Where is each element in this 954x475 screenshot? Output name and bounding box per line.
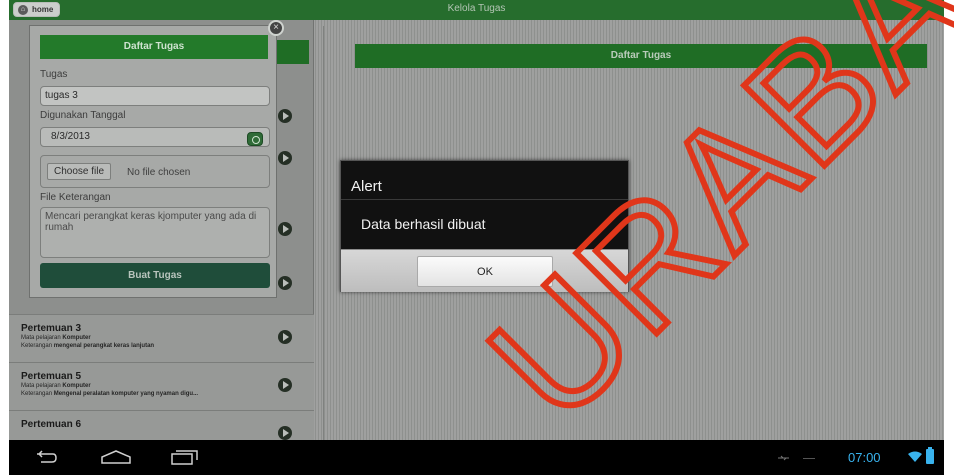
buat-tugas-button[interactable]: Buat Tugas <box>40 263 270 288</box>
ok-button[interactable]: OK <box>417 256 553 287</box>
battery-icon <box>926 447 934 464</box>
status-separator <box>803 458 815 459</box>
date-label: Digunakan Tanggal <box>40 110 126 121</box>
calendar-icon[interactable] <box>247 132 263 146</box>
file-upload-field: Choose file No file chosen <box>40 155 270 188</box>
keterangan-label: File Keterangan <box>40 192 111 203</box>
system-nav-bar: 07:00 <box>9 440 944 475</box>
keterangan-textarea[interactable]: Mencari perangkat keras kjomputer yang a… <box>40 207 270 258</box>
form-title: Daftar Tugas <box>40 35 268 59</box>
date-input[interactable]: 8/3/2013 <box>40 127 270 147</box>
alert-title: Alert <box>351 178 382 195</box>
status-clock: 07:00 <box>848 450 881 465</box>
choose-file-button[interactable]: Choose file <box>47 163 112 180</box>
tugas-input[interactable]: tugas 3 <box>40 86 270 106</box>
alert-dialog: Alert Data berhasil dibuat OK <box>340 160 629 292</box>
no-file-text: No file chosen <box>127 167 191 178</box>
alert-message: Data berhasil dibuat <box>361 216 486 232</box>
alert-footer: OK <box>341 249 628 292</box>
recent-apps-icon[interactable] <box>170 449 200 465</box>
alert-divider <box>341 199 628 200</box>
close-icon[interactable]: × <box>268 20 284 36</box>
back-icon[interactable] <box>33 449 57 465</box>
wifi-icon <box>908 451 922 462</box>
tugas-label: Tugas <box>40 69 68 80</box>
home-nav-icon[interactable] <box>98 449 134 465</box>
usb-icon <box>778 455 789 461</box>
add-task-form: Daftar Tugas Tugas tugas 3 Digunakan Tan… <box>29 25 277 298</box>
app-screen: ⌂ home Kelola Tugas Pertemuan 3 Mata pel… <box>9 0 944 440</box>
